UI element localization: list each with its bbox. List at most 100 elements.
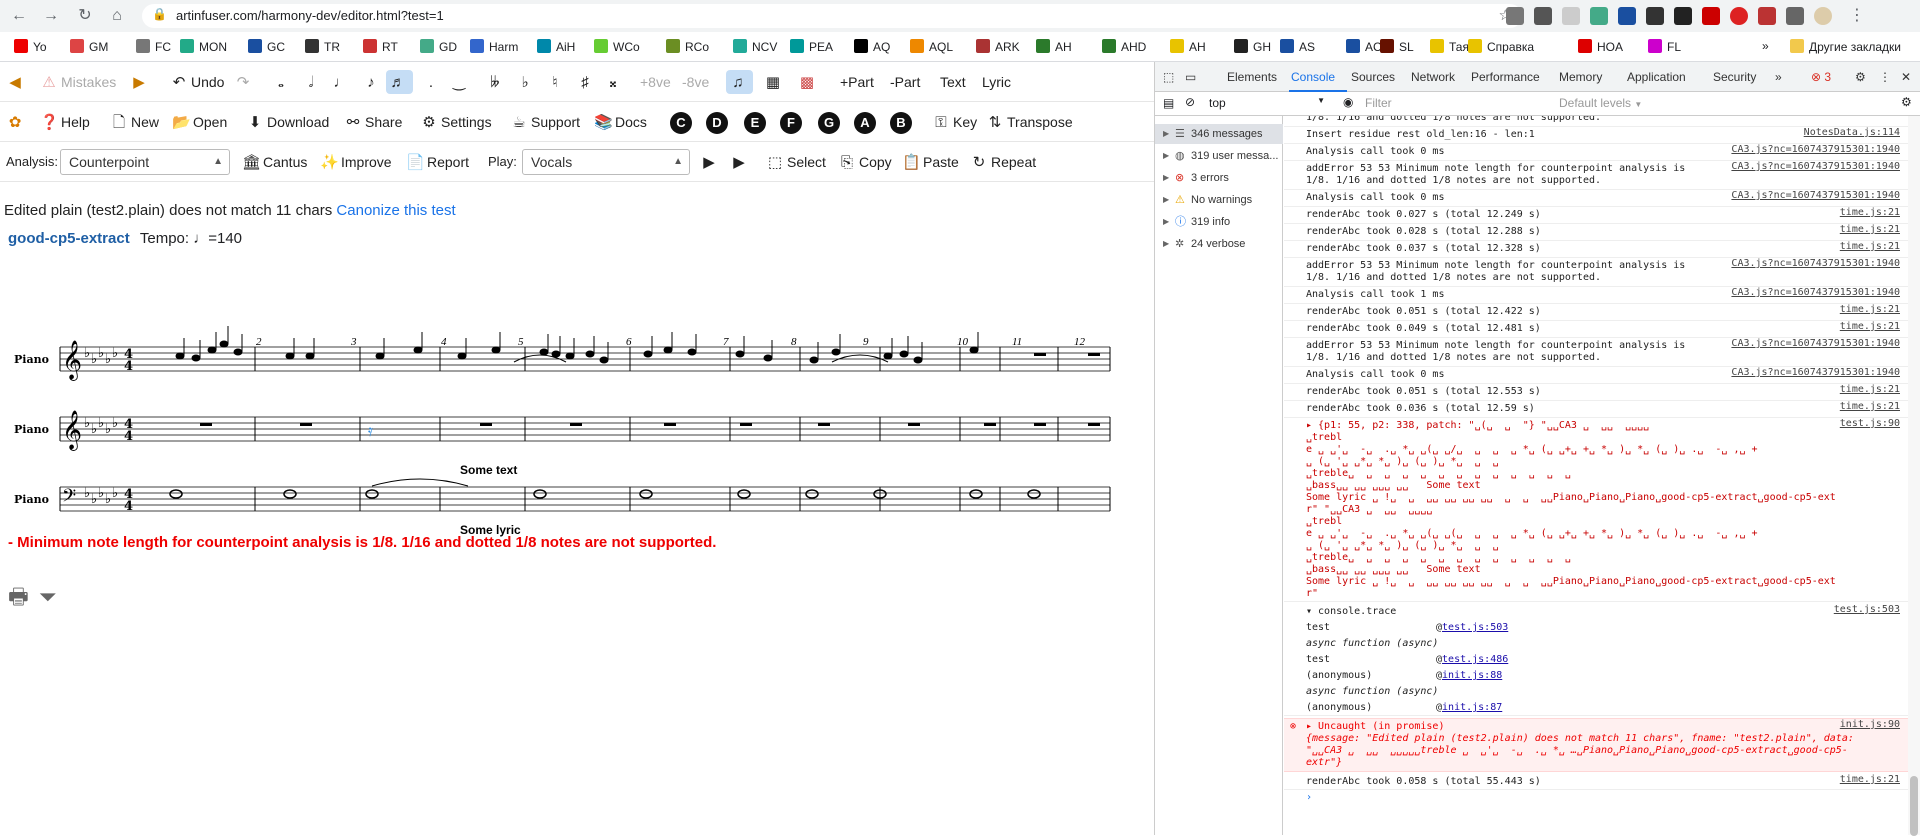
bookmark-item[interactable]: NCV [733, 39, 777, 54]
text-annotation[interactable]: Some text [460, 463, 517, 477]
console-source-link[interactable]: CA3.js?nc=1607437915301:1940 [1731, 190, 1900, 202]
bookmark-item[interactable]: RCo [666, 39, 709, 54]
note[interactable] [233, 348, 243, 356]
piece-title[interactable]: good-cp5-extract [8, 230, 130, 247]
note[interactable] [599, 356, 609, 364]
tie-button[interactable]: ‿ [450, 70, 471, 94]
undo-button[interactable]: ↶ Undo [170, 70, 225, 94]
console-source-link[interactable]: CA3.js?nc=1607437915301:1940 [1731, 258, 1900, 270]
whole-note[interactable] [737, 489, 751, 499]
more-vert-icon[interactable]: ⋮ [1846, 6, 1868, 26]
key-d-button[interactable]: D [706, 110, 728, 134]
note[interactable] [565, 352, 575, 360]
score[interactable]: Piano 𝄞 ♭ ♭ ♭ ♭ ♭ 44Piano 𝄞 ♭ ♭ ♭ ♭ ♭ 44Piano 𝄢 ♭ ♭ ♭ ♭ ♭ 442… [0, 272, 1120, 552]
console-scrollbar[interactable] [1908, 116, 1920, 836]
whole-note[interactable] [969, 489, 983, 499]
trace-location-link[interactable]: init.js:88 [1442, 670, 1502, 681]
note[interactable] [285, 352, 295, 360]
rest[interactable] [300, 423, 312, 426]
eye-icon[interactable]: ◉ [1343, 95, 1353, 109]
bookmark-item[interactable]: MON [180, 39, 227, 54]
scroll-thumb[interactable] [1910, 776, 1918, 836]
key-b-button[interactable]: B [890, 110, 912, 134]
filter-input[interactable]: Filter [1365, 96, 1515, 110]
bookmark-item[interactable]: GH [1234, 39, 1271, 54]
console-message[interactable]: renderAbc took 0.051 s (total 12.553 s) t… [1284, 384, 1908, 401]
dot-button[interactable]: . [422, 70, 443, 94]
whole-note[interactable] [805, 489, 819, 499]
home-icon[interactable]: ⌂ [106, 6, 128, 26]
play-select[interactable]: Vocals ▲ [522, 149, 690, 175]
whole-note[interactable] [639, 489, 653, 499]
rest[interactable] [664, 423, 676, 426]
whole-note[interactable] [1027, 489, 1041, 499]
tab-sources[interactable]: Sources [1351, 70, 1395, 84]
whole-note[interactable] [533, 489, 547, 499]
console-source-link[interactable]: CA3.js?nc=1607437915301:1940 [1731, 287, 1900, 299]
extension-icon[interactable] [1730, 7, 1748, 25]
extension-icon[interactable] [1646, 7, 1664, 25]
extension-icon[interactable] [1674, 7, 1692, 25]
trace-location-link[interactable]: init.js:87 [1442, 702, 1502, 713]
extension-icon[interactable] [1758, 7, 1776, 25]
rest[interactable] [818, 423, 830, 426]
note[interactable] [969, 346, 979, 354]
note[interactable] [663, 346, 673, 354]
console-object-dump[interactable]: ▸ {p1: 55, p2: 338, patch: "␣(␣ ␣ "} "␣␣… [1284, 418, 1908, 602]
trace-location-link[interactable]: test.js:503 [1442, 622, 1508, 633]
tab-network[interactable]: Network [1411, 70, 1455, 84]
prev-error-button[interactable]: ◀ [6, 70, 27, 94]
rest[interactable] [480, 423, 492, 426]
bookmark-item[interactable]: AiH [537, 39, 575, 54]
console-message[interactable]: Insert residue rest old_len:16 - len:1 No… [1284, 127, 1908, 144]
paste-button[interactable]: 📋 Paste [902, 150, 959, 174]
rest[interactable] [1088, 353, 1100, 356]
note[interactable] [899, 350, 909, 358]
repeat-button[interactable]: ↻ Repeat [970, 150, 1036, 174]
extension-icon[interactable] [1534, 7, 1552, 25]
console-source-link[interactable]: time.js:21 [1840, 401, 1900, 413]
note[interactable] [191, 354, 201, 362]
bookmark-item[interactable]: FC [136, 39, 171, 54]
support-button[interactable]: ☕ Support [510, 110, 580, 134]
rest[interactable] [200, 423, 212, 426]
bookmark-item[interactable]: AH [1036, 39, 1072, 54]
key-e-button[interactable]: E [744, 110, 766, 134]
double-flat-button[interactable]: 𝄫 [486, 70, 507, 94]
console-message[interactable]: addError 53 53 Minimum note length for c… [1284, 338, 1908, 367]
bookmark-item[interactable]: GC [248, 39, 285, 54]
console-message[interactable]: renderAbc took 0.058 s (total 55.443 s) t… [1284, 774, 1908, 790]
trace-title[interactable]: ▾ console.trace [1306, 604, 1908, 620]
note[interactable] [585, 350, 595, 358]
play-from-start-button[interactable]: ▶ [700, 150, 721, 174]
note[interactable] [375, 352, 385, 360]
console-source-link[interactable]: time.js:21 [1840, 384, 1900, 396]
octave-down-button[interactable]: -8ve [682, 70, 709, 94]
sharp-button[interactable]: ♯ [576, 70, 597, 94]
back-icon[interactable]: ← [8, 6, 30, 26]
more-vert-icon[interactable]: ⋮ [1879, 70, 1891, 84]
tab-performance[interactable]: Performance [1471, 70, 1540, 84]
whole-note-button[interactable]: 𝅝 [272, 70, 293, 94]
double-sharp-button[interactable]: 𝄪 [604, 70, 625, 94]
cantus-button[interactable]: 🏛 Cantus [242, 150, 307, 174]
settings-gear-icon[interactable]: ⚙ [1855, 70, 1866, 84]
bookmark-item[interactable]: GD [420, 39, 457, 54]
lyric-button[interactable]: Lyric [982, 70, 1011, 94]
console-sidebar-item[interactable]: ▶ ✲ 24 verbose [1155, 234, 1283, 254]
bookmark-item[interactable]: FL [1648, 39, 1681, 54]
console-source-link[interactable]: CA3.js?nc=1607437915301:1940 [1731, 161, 1900, 173]
add-part-button[interactable]: +Part [840, 70, 874, 94]
mistakes-button[interactable]: ⚠ Mistakes [40, 70, 116, 94]
console-source-link[interactable]: time.js:21 [1840, 304, 1900, 316]
forward-icon[interactable]: → [40, 6, 62, 26]
report-button[interactable]: 📄 Report [406, 150, 469, 174]
bookmark-item[interactable]: Harm [470, 39, 518, 54]
bookmark-item[interactable]: WCo [594, 39, 640, 54]
transpose-button[interactable]: ⇅ Transpose [986, 110, 1073, 134]
console-message[interactable]: renderAbc took 0.049 s (total 12.481 s) t… [1284, 321, 1908, 338]
bookmark-item[interactable]: TR [305, 39, 340, 54]
note[interactable] [457, 352, 467, 360]
bookmark-item[interactable]: RT [363, 39, 398, 54]
whole-note[interactable] [283, 489, 297, 499]
